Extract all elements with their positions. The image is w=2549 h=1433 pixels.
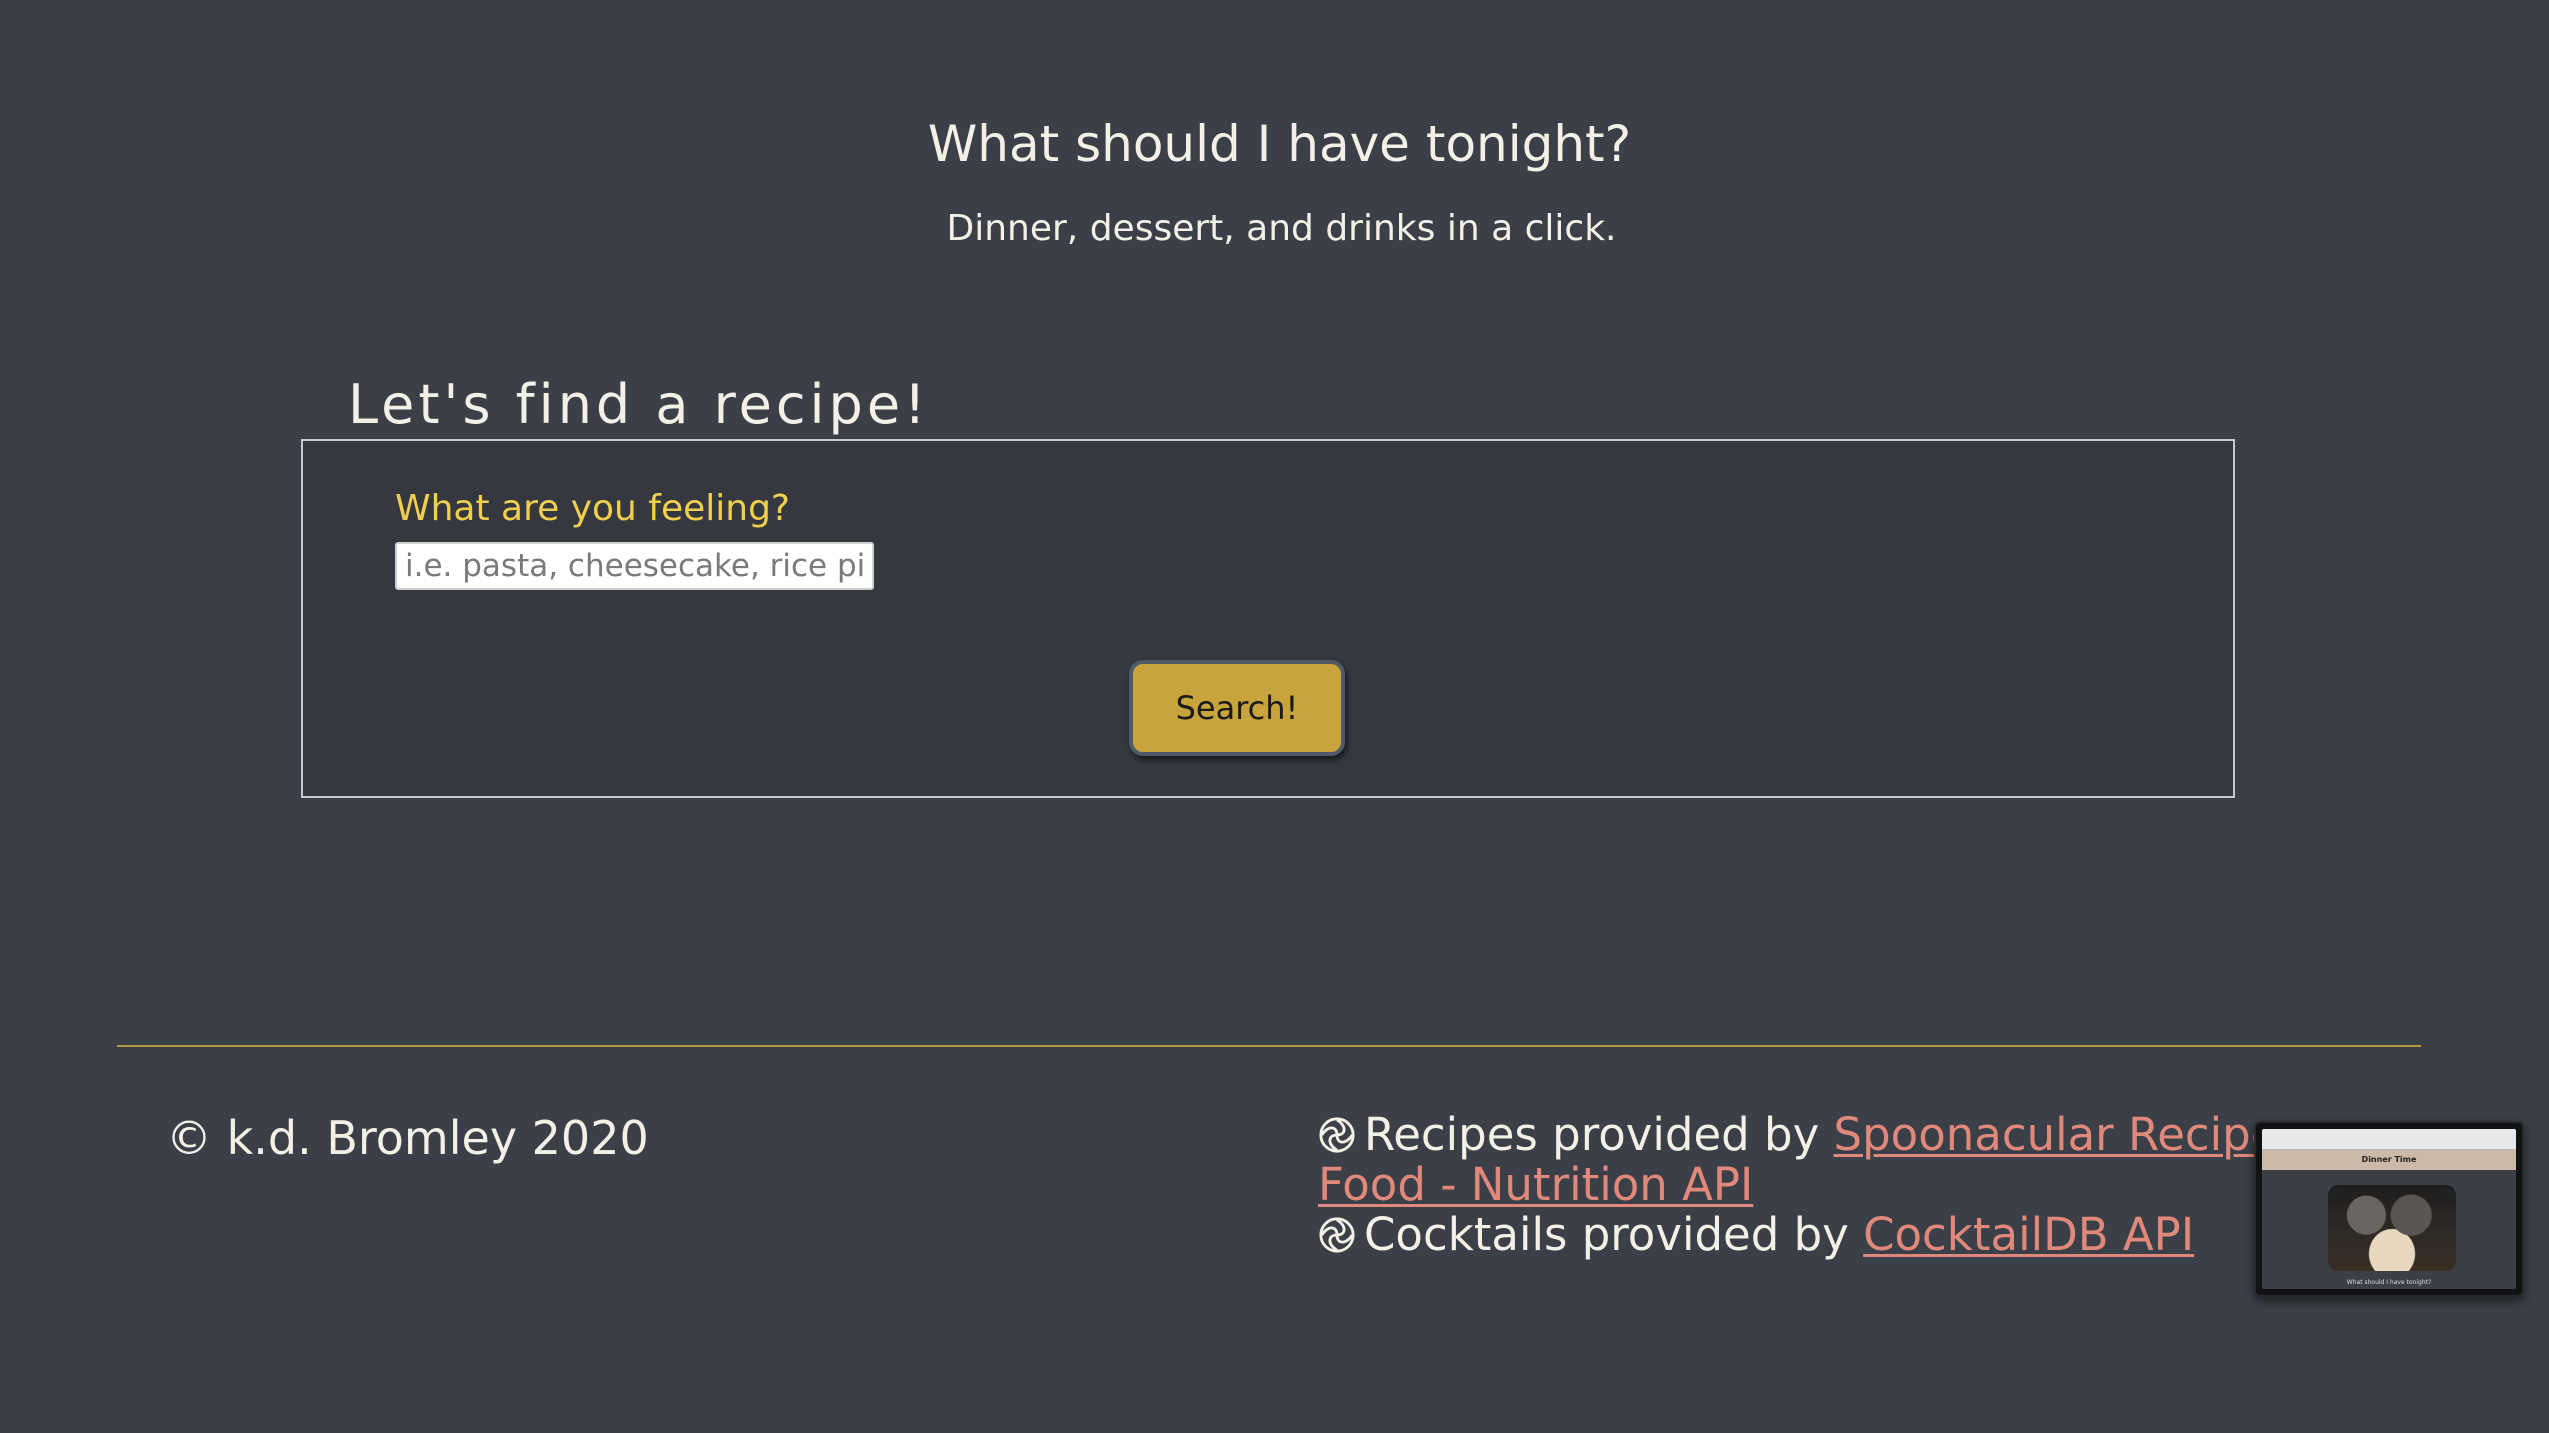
footer-divider: [117, 1045, 2421, 1047]
recipe-credit-prefix: Recipes provided by: [1364, 1108, 1834, 1161]
cocktail-credit: Cocktails provided by CocktailDB API: [1318, 1210, 2328, 1260]
search-panel: What are you feeling? Search!: [301, 439, 2235, 798]
preview-food-photo: [2328, 1185, 2456, 1271]
page-preview-thumbnail[interactable]: Dinner Time What should I have tonight?: [2254, 1121, 2524, 1297]
page-title: What should I have tonight?: [927, 115, 1632, 173]
cocktaildb-api-link[interactable]: CocktailDB API: [1863, 1208, 2194, 1261]
search-section-heading: Let's find a recipe!: [348, 373, 930, 436]
preview-browser-bar: [2262, 1129, 2516, 1150]
preview-caption: What should I have tonight?: [2346, 1279, 2432, 1286]
swirl-icon: [1319, 1117, 1355, 1153]
recipe-credit: Recipes provided by Spoonacular Recipe F…: [1318, 1110, 2328, 1210]
preview-screen: Dinner Time What should I have tonight?: [2262, 1129, 2516, 1289]
copyright-text: © k.d. Bromley 2020: [166, 1111, 649, 1165]
recipe-search-input[interactable]: [395, 542, 874, 590]
page-subtitle: Dinner, dessert, and drinks in a click.: [946, 208, 1617, 249]
swirl-icon: [1319, 1217, 1355, 1253]
search-button[interactable]: Search!: [1129, 660, 1345, 756]
preview-nav-title: Dinner Time: [2262, 1150, 2516, 1170]
api-credits: Recipes provided by Spoonacular Recipe F…: [1318, 1110, 2328, 1260]
search-field-label: What are you feeling?: [395, 488, 791, 529]
cocktail-credit-prefix: Cocktails provided by: [1364, 1208, 1864, 1261]
